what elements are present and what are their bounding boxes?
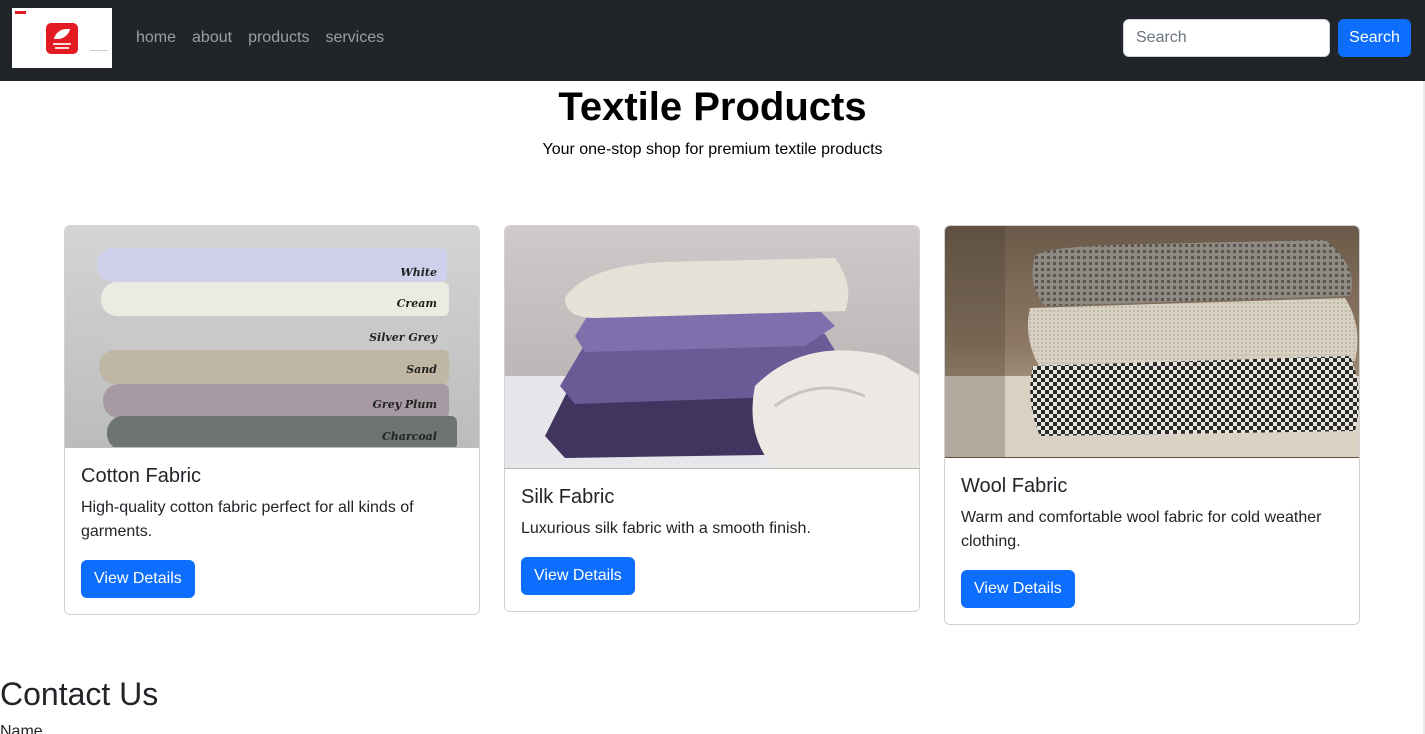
view-details-button[interactable]: View Details (961, 570, 1075, 608)
swatch-label: Charcoal (381, 430, 437, 443)
card-body: Silk Fabric Luxurious silk fabric with a… (505, 469, 919, 611)
card-body: Wool Fabric Warm and comfortable wool fa… (945, 458, 1359, 624)
brand-logo[interactable] (12, 8, 112, 68)
navbar: home about products services Search (0, 0, 1425, 81)
product-card-silk: Silk Fabric Luxurious silk fabric with a… (504, 225, 920, 612)
swatch-label: Silver Grey (369, 331, 437, 344)
contact-heading: Contact Us (0, 676, 159, 712)
logo-tag (15, 11, 26, 14)
nav-links: home about products services (128, 28, 392, 48)
card-text: Luxurious silk fabric with a smooth fini… (521, 520, 811, 537)
view-details-button[interactable]: View Details (521, 557, 635, 595)
name-field-label: Name (0, 723, 43, 734)
cotton-fabric-image: White Cream Silver Grey Sand Grey Plum C… (65, 226, 479, 448)
nav-link-about[interactable]: about (184, 28, 240, 48)
logo-divider (90, 50, 108, 51)
page-title: Textile Products (558, 85, 867, 129)
card-text: Warm and comfortable wool fabric for col… (961, 509, 1322, 550)
card-title: Wool Fabric (961, 475, 1068, 497)
swatch-label: White (400, 266, 437, 279)
card-body: Cotton Fabric High-quality cotton fabric… (65, 448, 479, 614)
card-title: Cotton Fabric (81, 465, 202, 487)
nav-link-services[interactable]: services (317, 28, 392, 48)
nav-link-products[interactable]: products (240, 28, 317, 48)
swatch-label: Sand (406, 363, 437, 376)
swatch-label: Cream (396, 297, 437, 310)
nav-link-home[interactable]: home (128, 28, 184, 48)
logo-mark-icon (46, 23, 78, 54)
page-subtitle: Your one-stop shop for premium textile p… (542, 141, 883, 158)
search-input[interactable] (1123, 19, 1330, 57)
product-card-wool: Wool Fabric Warm and comfortable wool fa… (944, 225, 1360, 625)
swatch-label: Grey Plum (372, 398, 438, 411)
wool-fabric-image (945, 226, 1359, 458)
search-button[interactable]: Search (1338, 19, 1411, 57)
card-text: High-quality cotton fabric perfect for a… (81, 499, 414, 540)
product-card-cotton: White Cream Silver Grey Sand Grey Plum C… (64, 225, 480, 615)
silk-fabric-image (505, 226, 919, 469)
view-details-button[interactable]: View Details (81, 560, 195, 598)
card-title: Silk Fabric (521, 486, 615, 508)
